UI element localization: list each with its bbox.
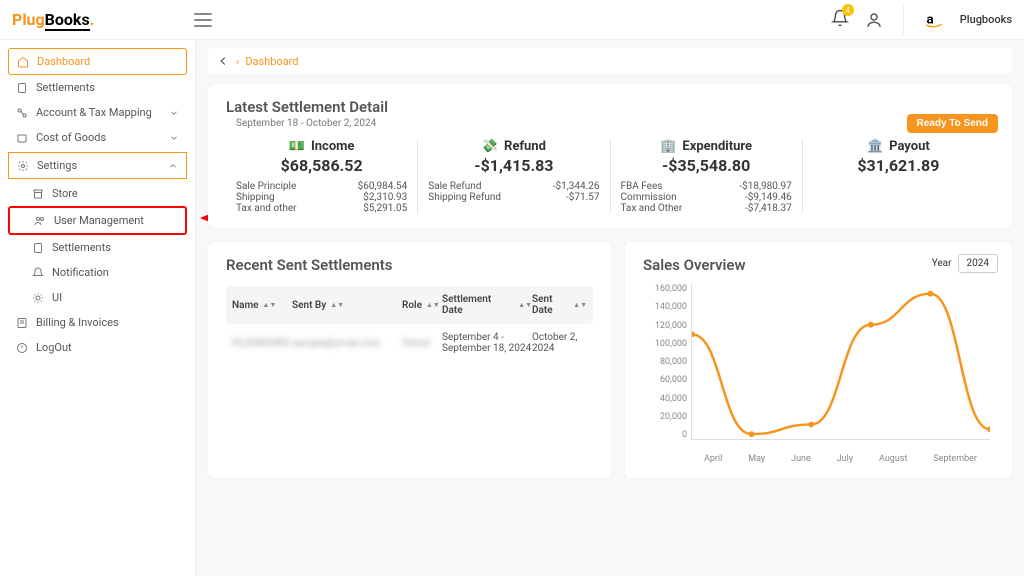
sidebar-item-user-management[interactable]: User Management: [8, 206, 187, 235]
sun-icon: [32, 292, 44, 304]
stat-income: 💵Income $68,586.52 Sale Principle$60,984…: [226, 139, 417, 214]
sidebar-label: Account & Tax Mapping: [36, 106, 152, 119]
sidebar-item-settlements-sub[interactable]: Settlements: [8, 235, 187, 260]
year-label: Year: [932, 258, 952, 269]
settlement-card: Latest Settlement Detail September 18 - …: [208, 84, 1012, 228]
topbar: PlugBooks. 4 a Plugbooks: [0, 0, 1024, 40]
main-content: › Dashboard Latest Settlement Detail Sep…: [196, 40, 1024, 576]
amazon-icon: a: [924, 10, 944, 30]
sort-icon: ▲▼: [263, 303, 277, 307]
breadcrumb-current[interactable]: Dashboard: [245, 55, 298, 68]
logo-plug: Plug: [12, 10, 45, 29]
income-value: $68,586.52: [236, 156, 407, 175]
sort-icon: ▲▼: [573, 303, 587, 307]
col-role[interactable]: Role▲▼: [402, 294, 442, 316]
notification-bell[interactable]: 4: [831, 9, 849, 30]
doc-icon: [16, 82, 28, 94]
sidebar-item-billing[interactable]: Billing & Invoices: [8, 310, 187, 335]
chevron-down-icon: [169, 133, 179, 143]
menu-toggle-icon[interactable]: [194, 13, 212, 27]
sidebar-item-logout[interactable]: LogOut: [8, 335, 187, 360]
user-icon[interactable]: [865, 11, 883, 29]
sort-icon: ▲▼: [330, 303, 344, 307]
money-icon: 💵: [289, 139, 305, 154]
doc-icon: [32, 242, 44, 254]
chevron-up-icon: [168, 161, 178, 171]
sidebar-label: Dashboard: [37, 55, 90, 68]
bell-icon: [32, 267, 44, 279]
notification-badge: 4: [842, 4, 854, 16]
back-icon[interactable]: [216, 54, 230, 68]
invoice-icon: [16, 317, 28, 329]
sidebar-label: Notification: [52, 266, 109, 279]
sidebar-item-settings[interactable]: Settings: [9, 153, 186, 178]
stat-payout: 🏛️Payout $31,621.89: [802, 139, 994, 214]
x-axis: AprilMayJuneJulyAugustSeptember: [691, 454, 990, 464]
date-range: September 18 - October 2, 2024: [236, 118, 994, 129]
refund-value: -$1,415.83: [428, 156, 599, 175]
sidebar-item-settlements[interactable]: Settlements: [8, 75, 187, 100]
card-title: Latest Settlement Detail: [226, 98, 994, 116]
recent-settlements-card: Recent Sent Settlements Name▲▼ Sent By▲▼…: [208, 242, 611, 478]
sidebar-label: Settlements: [36, 81, 95, 94]
logo[interactable]: PlugBooks.: [12, 10, 94, 29]
integration-label[interactable]: Plugbooks: [960, 13, 1012, 26]
sidebar-item-account-tax[interactable]: Account & Tax Mapping: [8, 100, 187, 125]
sidebar-item-store[interactable]: Store: [8, 181, 187, 206]
table-header: Name▲▼ Sent By▲▼ Role▲▼ Settlement Date▲…: [226, 286, 593, 324]
card-title: Recent Sent Settlements: [226, 256, 593, 274]
stat-refund: 💸Refund -$1,415.83 Sale Refund-$1,344.26…: [417, 139, 609, 214]
logo-books: Books: [45, 10, 90, 31]
expenditure-value: -$35,548.80: [621, 156, 792, 175]
breadcrumb: › Dashboard: [208, 48, 1012, 74]
refund-icon: 💸: [482, 139, 498, 154]
sales-overview-card: Sales Overview Year 2024 160,000140,0001…: [625, 242, 1012, 478]
payout-value: $31,621.89: [813, 156, 984, 175]
sort-icon: ▲▼: [518, 303, 532, 307]
table-row[interactable]: PLUGBOOKS sample@email.com Owner Septemb…: [226, 324, 593, 362]
y-axis: 160,000140,000120,000100,00080,00060,000…: [643, 284, 687, 440]
map-icon: [16, 107, 28, 119]
sidebar-label: Store: [52, 187, 78, 200]
col-sent-date[interactable]: Sent Date▲▼: [532, 294, 587, 316]
chevron-down-icon: [169, 108, 179, 118]
sales-chart: 160,000140,000120,000100,00080,00060,000…: [643, 284, 994, 464]
line-path: [692, 284, 990, 439]
ready-to-send-button[interactable]: Ready To Send: [907, 114, 999, 133]
sidebar-item-notification[interactable]: Notification: [8, 260, 187, 285]
col-settlement-date[interactable]: Settlement Date▲▼: [442, 294, 532, 316]
sidebar-label: Settings: [37, 159, 77, 172]
people-icon: [34, 215, 46, 227]
gear-icon: [17, 160, 29, 172]
sidebar-label: UI: [52, 291, 62, 304]
home-icon: [17, 56, 29, 68]
col-sent-by[interactable]: Sent By▲▼: [292, 294, 402, 316]
year-select[interactable]: 2024: [958, 254, 998, 273]
logout-icon: [16, 342, 28, 354]
sidebar-item-cogs[interactable]: Cost of Goods: [8, 125, 187, 150]
bank-icon: 🏛️: [867, 139, 883, 154]
sidebar-item-ui[interactable]: UI: [8, 285, 187, 310]
sidebar-label: User Management: [54, 214, 144, 227]
col-name[interactable]: Name▲▼: [232, 294, 292, 316]
sidebar-item-dashboard[interactable]: Dashboard: [8, 48, 187, 75]
sidebar: Dashboard Settlements Account & Tax Mapp…: [0, 40, 196, 576]
box-icon: [16, 132, 28, 144]
sidebar-label: Settlements: [52, 241, 111, 254]
sidebar-label: Billing & Invoices: [36, 316, 119, 329]
sidebar-label: LogOut: [36, 341, 72, 354]
sort-icon: ▲▼: [426, 303, 440, 307]
store-icon: [32, 188, 44, 200]
sidebar-label: Cost of Goods: [36, 131, 106, 144]
expense-icon: 🏢: [660, 139, 676, 154]
plot-area: [691, 284, 990, 440]
stat-expenditure: 🏢Expenditure -$35,548.80 FBA Fees-$18,98…: [610, 139, 802, 214]
